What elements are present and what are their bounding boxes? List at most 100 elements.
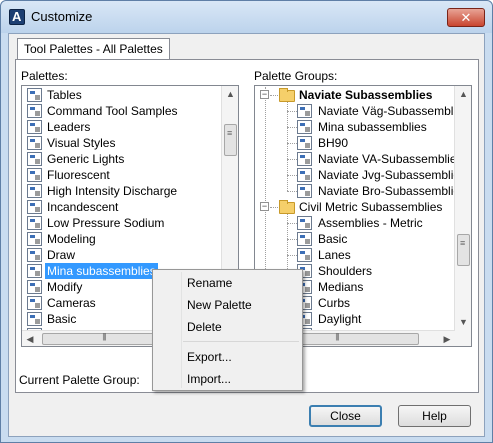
tool-palette-icon <box>297 152 312 166</box>
palette-group-child-label: Naviate VA-Subassemblies <box>318 152 463 166</box>
context-menu-item[interactable]: Delete <box>154 317 301 337</box>
groups-scroll-thumb[interactable] <box>457 234 470 266</box>
window-title: Customize <box>31 9 93 24</box>
palette-item-label: Fluorescent <box>47 168 110 182</box>
palette-item-label: Tables <box>47 88 82 102</box>
tree-line <box>287 111 297 112</box>
palette-group-node[interactable]: − Civil Metric Subassemblies <box>255 199 455 215</box>
palette-group-child[interactable]: Naviate Väg-Subassemblies <box>255 103 469 119</box>
palette-group-child-label: Naviate Väg-Subassemblies <box>318 104 469 118</box>
window-close-button[interactable]: ✕ <box>447 8 485 27</box>
groups-vertical-scrollbar[interactable]: ▲ ▼ <box>454 86 471 346</box>
palette-group-child-label: Lanes <box>318 248 351 262</box>
tool-palette-icon <box>297 136 312 150</box>
palette-group-node[interactable]: − Naviate Subassemblies <box>255 87 455 103</box>
tool-palette-icon <box>27 152 42 166</box>
tool-palette-icon <box>27 200 42 214</box>
palette-group-child[interactable]: BH90 <box>255 135 455 151</box>
tool-palette-icon <box>297 216 312 230</box>
palette-group-child-label: Curbs <box>318 296 351 310</box>
palette-item-label: Modify <box>47 280 83 294</box>
tool-palette-icon <box>27 184 42 198</box>
palette-item-label: High Intensity Discharge <box>47 184 178 198</box>
tree-line <box>287 143 297 144</box>
tree-line <box>287 127 297 128</box>
tool-palette-icon <box>27 264 42 278</box>
palette-group-child-label: BH90 <box>318 136 349 150</box>
minus-expander-icon[interactable]: − <box>260 202 269 211</box>
tool-palette-icon <box>27 280 42 294</box>
palette-group-child[interactable]: Mina subassemblies <box>255 119 455 135</box>
palette-group-child[interactable]: Naviate Bro-Subassemblies <box>255 183 466 199</box>
scroll-down-arrow-icon[interactable]: ▼ <box>455 314 471 330</box>
autocad-logo-icon <box>9 9 25 25</box>
tool-palette-icon <box>27 120 42 134</box>
close-button[interactable]: Close <box>309 405 382 427</box>
palette-group-child[interactable]: Assemblies - Metric <box>255 215 455 231</box>
tool-palette-icon <box>27 88 42 102</box>
menu-separator <box>183 341 299 342</box>
tree-line <box>270 95 278 96</box>
tool-palette-icon <box>27 104 42 118</box>
palette-item-label: Basic <box>47 312 77 326</box>
minus-expander-icon[interactable]: − <box>260 90 269 99</box>
palette-group-child-label: Naviate Bro-Subassemblies <box>318 184 467 198</box>
palette-item-label: Generic Lights <box>47 152 125 166</box>
palette-group-child[interactable]: Naviate Jvg-Subassemblies <box>255 167 466 183</box>
palette-item-label: Low Pressure Sodium <box>47 216 165 230</box>
context-menu-item[interactable]: Import... <box>154 369 301 389</box>
context-menu: Rename New Palette Delete Export... Import..… <box>152 269 303 391</box>
tool-palette-icon <box>27 312 42 326</box>
tree-line <box>287 239 297 240</box>
palette-group-label: Naviate Subassemblies <box>299 88 433 102</box>
palette-group-child-label: Naviate Jvg-Subassemblies <box>318 168 467 182</box>
tool-palette-icon <box>27 168 42 182</box>
palette-item-label: Mina subassemblies <box>45 263 158 279</box>
palette-item-label: Modeling <box>47 232 96 246</box>
tree-line <box>287 191 297 192</box>
title-bar: Customize ✕ <box>1 1 492 33</box>
palette-group-label: Civil Metric Subassemblies <box>299 200 443 214</box>
palettes-label: Palettes: <box>21 69 68 83</box>
tree-line <box>287 159 297 160</box>
tool-palette-icon <box>297 184 312 198</box>
tool-palette-icon <box>27 296 42 310</box>
tree-line <box>287 223 297 224</box>
tool-palette-icon <box>297 248 312 262</box>
tool-palette-icon <box>27 248 42 262</box>
tool-palette-icon <box>297 120 312 134</box>
palette-group-child[interactable]: Naviate VA-Subassemblies <box>255 151 463 167</box>
palette-groups-label: Palette Groups: <box>254 69 338 83</box>
help-button[interactable]: Help <box>398 405 471 427</box>
palette-group-child-label: Assemblies - Metric <box>318 216 423 230</box>
scroll-left-arrow-icon[interactable]: ◀ <box>22 331 38 346</box>
tree-line <box>287 175 297 176</box>
palette-item-label: Draw <box>47 248 76 262</box>
palette-item-label: Leaders <box>47 120 91 134</box>
scroll-up-arrow-icon[interactable]: ▲ <box>222 86 238 102</box>
context-menu-item[interactable]: Export... <box>154 347 301 367</box>
palette-item-label: Cameras <box>47 296 96 310</box>
tree-line <box>287 255 297 256</box>
current-palette-group-label: Current Palette Group: <box>19 373 140 387</box>
context-menu-item[interactable]: Rename <box>154 273 301 293</box>
folder-icon <box>279 200 295 214</box>
tool-palette-icon <box>297 168 312 182</box>
tab-tool-palettes[interactable]: Tool Palettes - All Palettes <box>17 38 170 60</box>
tool-palette-icon <box>297 232 312 246</box>
tool-palette-icon <box>297 104 312 118</box>
scroll-right-arrow-icon[interactable]: ▶ <box>439 331 455 346</box>
palette-item-label: Incandescent <box>47 200 119 214</box>
scroll-up-arrow-icon[interactable]: ▲ <box>455 86 471 102</box>
palette-group-child[interactable]: Basic <box>255 231 455 247</box>
context-menu-item[interactable]: New Palette <box>154 295 301 315</box>
palette-group-child-label: Mina subassemblies <box>318 120 427 134</box>
tool-palette-icon <box>27 232 42 246</box>
palette-group-child[interactable]: Lanes <box>255 247 455 263</box>
palettes-scroll-thumb[interactable] <box>224 124 237 156</box>
palette-item-label: Command Tool Samples <box>47 104 178 118</box>
tree-line <box>270 207 278 208</box>
palette-group-child-label: Medians <box>318 280 364 294</box>
palette-group-child-label: Basic <box>318 232 348 246</box>
tool-palette-icon <box>27 136 42 150</box>
